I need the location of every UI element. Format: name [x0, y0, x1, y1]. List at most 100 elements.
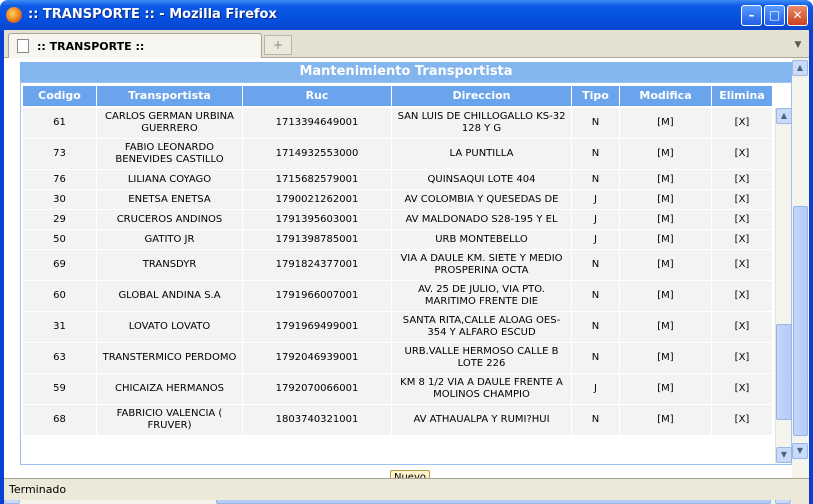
cell-ruc: 1803740321001 — [243, 405, 392, 435]
list-all-tabs-button[interactable]: ▼ — [789, 35, 807, 55]
cell-ruc: 1791824377001 — [243, 250, 392, 280]
cell-codigo: 50 — [23, 230, 97, 249]
page-vertical-scrollbar[interactable]: ▲ ▼ — [792, 58, 809, 488]
cell-ruc: 1792070066001 — [243, 374, 392, 404]
column-header-codigo: Codigo — [23, 86, 97, 106]
cell-tipo: N — [572, 405, 620, 435]
cell-direccion: LA PUNTILLA — [392, 139, 572, 169]
cell-direccion: AV MALDONADO S28-195 Y EL — [392, 210, 572, 229]
delete-link[interactable]: [X] — [712, 170, 773, 189]
delete-link[interactable]: [X] — [712, 250, 773, 280]
page-scroll-up-arrow[interactable]: ▲ — [792, 60, 808, 76]
cell-transportista: CARLOS GERMAN URBINA GUERRERO — [97, 108, 243, 138]
title-bar[interactable]: :: TRANSPORTE :: - Mozilla Firefox – □ ✕ — [0, 0, 813, 30]
scroll-up-arrow[interactable]: ▲ — [776, 108, 792, 124]
modify-link[interactable]: [M] — [620, 139, 712, 169]
modify-link[interactable]: [M] — [620, 108, 712, 138]
cell-codigo: 69 — [23, 250, 97, 280]
cell-tipo: N — [572, 170, 620, 189]
minimize-button[interactable]: – — [741, 5, 762, 26]
page-scroll-down-arrow[interactable]: ▼ — [792, 443, 808, 459]
delete-link[interactable]: [X] — [712, 108, 773, 138]
tab-label: :: TRANSPORTE :: — [37, 40, 145, 53]
browser-chrome: :: TRANSPORTE :: + ▼ Mantenimiento Trans… — [4, 30, 809, 504]
cell-codigo: 61 — [23, 108, 97, 138]
table-row: 31 LOVATO LOVATO 1791969499001 SANTA RITA,C… — [23, 312, 773, 343]
delete-link[interactable]: [X] — [712, 139, 773, 169]
cell-codigo: 30 — [23, 190, 97, 209]
table-row: 61 CARLOS GERMAN URBINA GUERRERO 171339464… — [23, 108, 773, 139]
scroll-thumb[interactable] — [776, 324, 792, 420]
cell-transportista: LILIANA COYAGO — [97, 170, 243, 189]
cell-tipo: J — [572, 374, 620, 404]
table-row: 73 FABIO LEONARDO BENEVIDES CASTILLO 17149… — [23, 139, 773, 170]
cell-direccion: SAN LUIS DE CHILLOGALLO KS-32 128 Y G — [392, 108, 572, 138]
scroll-down-arrow[interactable]: ▼ — [776, 447, 792, 463]
table-header: Codigo Transportista Ruc Direccion Tipo … — [23, 86, 773, 106]
delete-link[interactable]: [X] — [712, 190, 773, 209]
table-row: 59 CHICAIZA HERMANOS 1792070066001 KM 8 1/2… — [23, 374, 773, 405]
delete-link[interactable]: [X] — [712, 405, 773, 435]
table-row: 68 FABRICIO VALENCIA ( FRUVER) 18037403210… — [23, 405, 773, 436]
delete-link[interactable]: [X] — [712, 230, 773, 249]
delete-link[interactable]: [X] — [712, 312, 773, 342]
modify-link[interactable]: [M] — [620, 374, 712, 404]
cell-direccion: AV COLOMBIA Y QUESEDAS DE — [392, 190, 572, 209]
modify-link[interactable]: [M] — [620, 230, 712, 249]
page-scroll-thumb[interactable] — [793, 206, 808, 436]
delete-link[interactable]: [X] — [712, 281, 773, 311]
delete-link[interactable]: [X] — [712, 343, 773, 373]
modify-link[interactable]: [M] — [620, 343, 712, 373]
delete-link[interactable]: [X] — [712, 210, 773, 229]
cell-transportista: TRANSTERMICO PERDOMO — [97, 343, 243, 373]
column-header-transportista: Transportista — [97, 86, 243, 106]
delete-link[interactable]: [X] — [712, 374, 773, 404]
cell-codigo: 29 — [23, 210, 97, 229]
cell-tipo: N — [572, 281, 620, 311]
cell-transportista: CRUCEROS ANDINOS — [97, 210, 243, 229]
cell-tipo: J — [572, 210, 620, 229]
tab-bar: :: TRANSPORTE :: + ▼ — [4, 30, 809, 58]
cell-codigo: 60 — [23, 281, 97, 311]
cell-ruc: 1715682579001 — [243, 170, 392, 189]
column-header-direccion: Direccion — [392, 86, 572, 106]
modify-link[interactable]: [M] — [620, 250, 712, 280]
cell-transportista: LOVATO LOVATO — [97, 312, 243, 342]
table-row: 29 CRUCEROS ANDINOS 1791395603001 AV MALDON… — [23, 210, 773, 230]
status-bar: Terminado — [4, 478, 809, 500]
cell-tipo: N — [572, 343, 620, 373]
cell-direccion: VIA A DAULE KM. SIETE Y MEDIO PROSPERINA… — [392, 250, 572, 280]
modify-link[interactable]: [M] — [620, 281, 712, 311]
modify-link[interactable]: [M] — [620, 312, 712, 342]
cell-transportista: FABRICIO VALENCIA ( FRUVER) — [97, 405, 243, 435]
firefox-icon — [6, 7, 22, 23]
column-header-ruc: Ruc — [243, 86, 392, 106]
close-button[interactable]: ✕ — [787, 5, 808, 26]
cell-tipo: J — [572, 190, 620, 209]
modify-link[interactable]: [M] — [620, 405, 712, 435]
table-vertical-scrollbar[interactable]: ▲ ▼ — [775, 108, 792, 463]
table-body[interactable]: 61 CARLOS GERMAN URBINA GUERRERO 171339464… — [23, 108, 773, 463]
cell-transportista: ENETSA ENETSA — [97, 190, 243, 209]
new-tab-button[interactable]: + — [264, 35, 292, 55]
cell-codigo: 68 — [23, 405, 97, 435]
maximize-button[interactable]: □ — [764, 5, 785, 26]
tab-transporte[interactable]: :: TRANSPORTE :: — [8, 33, 262, 58]
cell-ruc: 1713394649001 — [243, 108, 392, 138]
cell-tipo: N — [572, 108, 620, 138]
cell-direccion: SANTA RITA,CALLE ALOAG OES-354 Y ALFARO … — [392, 312, 572, 342]
table-row: 60 GLOBAL ANDINA S.A 1791966007001 AV. 25 D… — [23, 281, 773, 312]
cell-direccion: AV ATHAUALPA Y RUMI?HUI — [392, 405, 572, 435]
cell-direccion: AV. 25 DE JULIO, VIA PTO. MARITIMO FRENT… — [392, 281, 572, 311]
cell-ruc: 1791966007001 — [243, 281, 392, 311]
cell-transportista: GLOBAL ANDINA S.A — [97, 281, 243, 311]
browser-window: :: TRANSPORTE :: - Mozilla Firefox – □ ✕… — [0, 0, 813, 504]
cell-ruc: 1792046939001 — [243, 343, 392, 373]
cell-tipo: N — [572, 312, 620, 342]
modify-link[interactable]: [M] — [620, 190, 712, 209]
modify-link[interactable]: [M] — [620, 210, 712, 229]
transportistas-grid: Codigo Transportista Ruc Direccion Tipo … — [20, 82, 792, 465]
cell-codigo: 63 — [23, 343, 97, 373]
table-row: 69 TRANSDYR 1791824377001 VIA A DAULE KM. S… — [23, 250, 773, 281]
modify-link[interactable]: [M] — [620, 170, 712, 189]
